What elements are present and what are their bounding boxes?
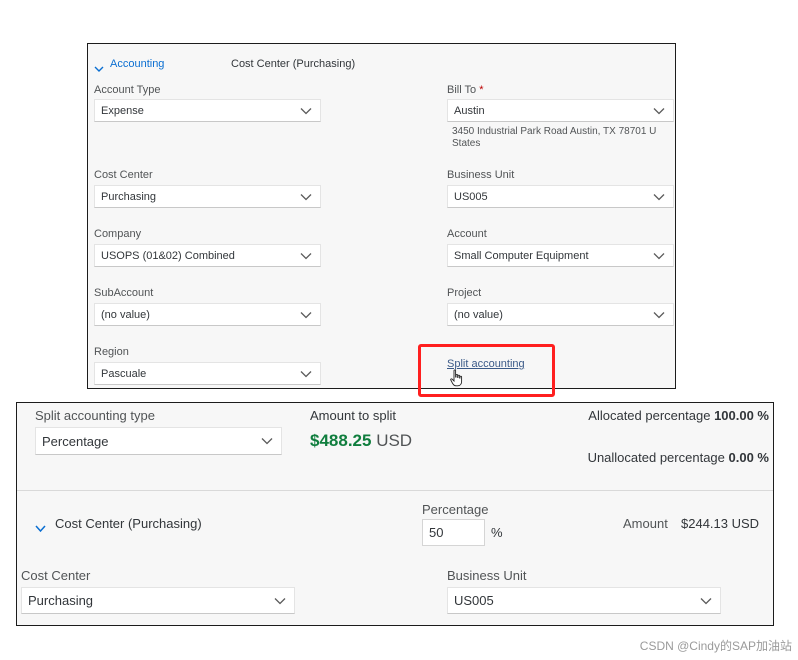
company-label: Company [94,228,142,240]
amount-to-split-value: $488.25 USD [310,431,412,451]
cost-center-value: Purchasing [101,190,157,203]
region-select[interactable]: Pascuale [94,362,321,385]
chevron-down-icon [653,252,665,260]
chevron-down-icon [94,60,104,72]
amount-value: $488.25 [310,431,372,450]
watermark: CSDN @Cindy的SAP加油站 [639,639,792,653]
business-unit-value: US005 [454,593,494,608]
section-subtitle: Cost Center (Purchasing) [231,58,356,70]
account-type-label: Account Type [94,84,161,96]
amount-currency: USD [376,431,413,450]
cost-center-line-title: Cost Center (Purchasing) [55,516,202,531]
chevron-down-icon [300,252,312,260]
chevron-down-icon [653,311,665,319]
percentage-label: Percentage [422,502,489,517]
chevron-down-icon [700,597,712,605]
unallocated-value: 0.00 % [728,450,769,465]
unallocated-percentage: Unallocated percentage 0.00 % [588,450,769,465]
cost-center-label: Cost Center [21,568,91,583]
split-type-select[interactable]: Percentage [35,427,282,455]
cost-center-label: Cost Center [94,169,153,181]
required-asterisk: * [479,84,484,96]
chevron-down-icon [300,107,312,115]
business-unit-label: Business Unit [447,568,527,583]
chevron-down-icon [35,520,46,532]
allocated-percentage: Allocated percentage 100.00 % [588,408,769,423]
percentage-input[interactable]: 50 [422,519,485,546]
bill-to-label-text: Bill To [447,84,477,96]
business-unit-label: Business Unit [447,169,515,181]
bill-to-label: Bill To * [447,84,484,96]
accounting-panel: Accounting Cost Center (Purchasing) Acco… [87,43,676,389]
amount-to-split-label: Amount to split [310,408,396,423]
chevron-down-icon [653,193,665,201]
subaccount-label: SubAccount [94,287,154,299]
business-unit-value: US005 [454,190,488,203]
bill-to-select[interactable]: Austin [447,99,674,122]
split-type-label: Split accounting type [35,408,155,423]
business-unit-select[interactable]: US005 [447,185,674,208]
address-line-1: 3450 Industrial Park Road Austin, TX 787… [452,126,657,137]
accounting-section-toggle[interactable]: Accounting [94,58,165,72]
project-label: Project [447,287,482,299]
cost-center-value: Purchasing [28,593,94,608]
cost-center-select[interactable]: Purchasing [94,185,321,208]
allocated-value: 100.00 % [714,408,769,423]
account-value: Small Computer Equipment [454,249,589,262]
split-type-value: Percentage [42,433,109,449]
chevron-down-icon [274,597,286,605]
chevron-down-icon [300,370,312,378]
business-unit-select[interactable]: US005 [447,587,721,614]
split-accounting-panel: Split accounting type Percentage Amount … [16,402,774,626]
unallocated-label: Unallocated percentage [587,450,725,465]
chevron-down-icon [300,311,312,319]
bill-to-value: Austin [454,104,485,117]
chevron-down-icon [653,107,665,115]
chevron-down-icon [300,193,312,201]
project-select[interactable]: (no value) [447,303,674,326]
highlight-box [418,344,555,397]
cost-center-select[interactable]: Purchasing [21,587,295,614]
project-value: (no value) [454,308,503,321]
accounting-section-label: Accounting [110,58,165,70]
bill-to-address: 3450 Industrial Park Road Austin, TX 787… [452,126,656,150]
region-label: Region [94,346,129,358]
line-amount-value: $244.13 USD [681,516,760,531]
account-select[interactable]: Small Computer Equipment [447,244,674,267]
account-label: Account [447,228,487,240]
region-value: Pascuale [101,367,147,380]
line-amount-label: Amount [623,516,668,531]
percent-sign: % [491,525,503,540]
address-line-2: States [452,138,481,149]
allocated-label: Allocated percentage [588,408,711,423]
subaccount-value: (no value) [101,308,150,321]
account-type-select[interactable]: Expense [94,99,321,122]
company-select[interactable]: USOPS (01&02) Combined [94,244,321,267]
divider [17,490,773,491]
account-type-value: Expense [101,104,144,117]
chevron-down-icon [261,437,273,445]
company-value: USOPS (01&02) Combined [101,249,235,262]
cost-center-line-toggle[interactable]: Cost Center (Purchasing) [35,516,202,532]
subaccount-select[interactable]: (no value) [94,303,321,326]
